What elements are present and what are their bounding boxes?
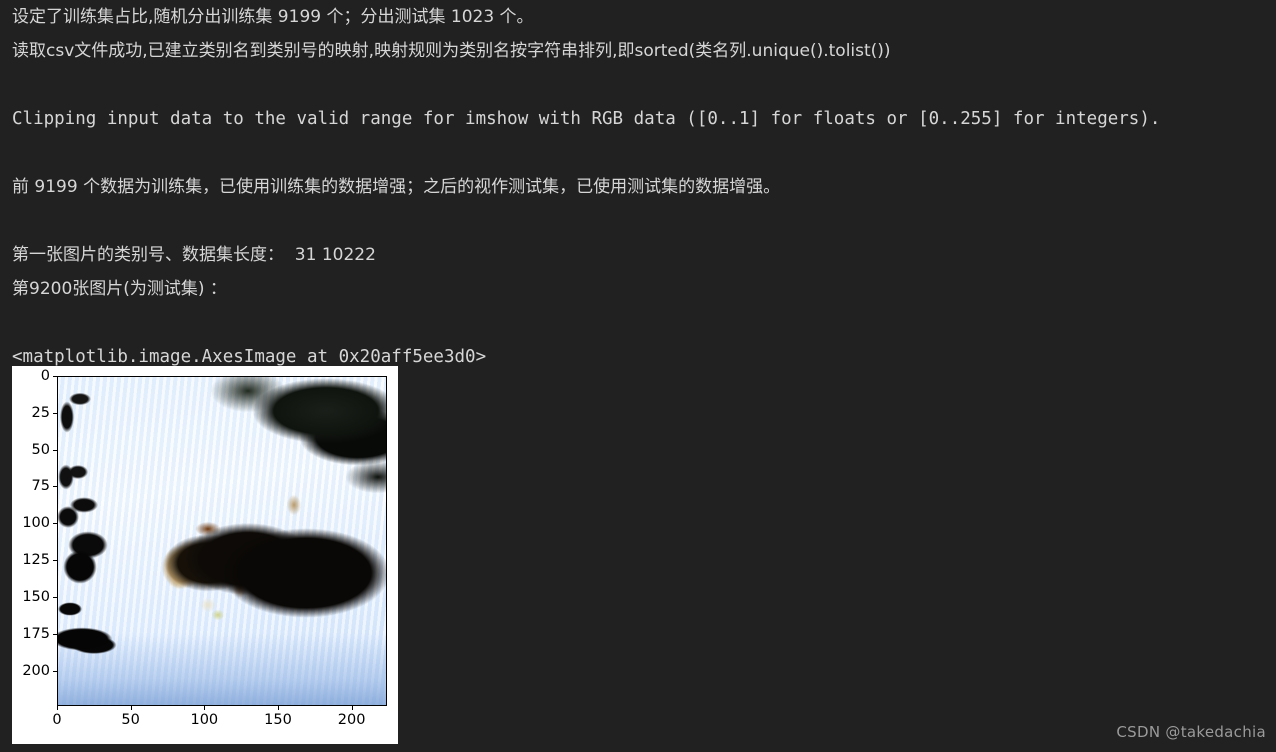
line-blank-2 <box>12 136 1276 170</box>
y-tick-mark <box>53 596 57 598</box>
y-tick-label: 25 <box>31 404 50 421</box>
y-tick-label: 175 <box>22 625 50 642</box>
axes-image-area <box>57 376 387 706</box>
x-tick-label: 100 <box>190 712 219 728</box>
x-tick-label: 150 <box>264 712 292 728</box>
y-tick-label: 0 <box>40 368 50 384</box>
matplotlib-figure: 0 25 50 75 100 125 150 175 200 0 50 100 150 200 <box>12 366 398 744</box>
y-tick-mark <box>53 486 57 488</box>
x-tick-mark <box>204 706 206 710</box>
y-tick-mark <box>53 560 57 562</box>
y-tick-mark <box>53 523 57 525</box>
console-text-block: 设定了训练集占比,随机分出训练集 9199 个；分出测试集 1023 个。读取c… <box>12 0 1276 374</box>
line-first-image-info: 第一张图片的类别号、数据集长度： 31 10222 <box>12 245 376 265</box>
x-tick-mark <box>57 706 58 710</box>
y-tick-label: 200 <box>22 662 50 679</box>
x-tick-mark <box>130 706 132 710</box>
line-blank-4 <box>12 306 1276 340</box>
csdn-watermark: CSDN @takedachia <box>1116 723 1266 741</box>
y-tick-label: 75 <box>31 478 50 495</box>
line-nth-image-info: 第9200张图片(为测试集) ： <box>12 279 227 299</box>
y-tick-mark <box>53 412 57 414</box>
y-tick-mark <box>53 449 57 451</box>
y-tick-label: 100 <box>22 515 50 532</box>
x-tick-label: 200 <box>337 712 366 728</box>
console-output-screenshot: 设定了训练集占比,随机分出训练集 9199 个；分出测试集 1023 个。读取c… <box>0 0 1276 752</box>
line-augmentation: 前 9199 个数据为训练集，已使用训练集的数据增强；之后的视作测试集，已使用测… <box>12 177 781 197</box>
x-tick-mark <box>351 706 353 710</box>
line-train-split: 设定了训练集占比,随机分出训练集 9199 个；分出测试集 1023 个。 <box>12 7 534 27</box>
y-axis-tick-group: 0 25 50 75 100 125 150 175 200 <box>12 368 50 706</box>
y-tick-label: 50 <box>31 441 50 458</box>
line-clipping-warning: Clipping input data to the valid range f… <box>12 109 1161 129</box>
y-tick-label: 125 <box>22 552 50 569</box>
y-tick-mark <box>53 670 57 672</box>
x-axis-tick-group: 0 50 100 150 200 <box>52 706 387 736</box>
imshow-raster <box>58 377 386 705</box>
x-tick-label: 50 <box>121 712 140 728</box>
x-tick-label: 0 <box>52 712 62 728</box>
line-blank-1 <box>12 68 1276 102</box>
dog-in-snow-photo <box>58 377 386 705</box>
line-csv-mapping: 读取csv文件成功,已建立类别名到类别号的映射,映射规则为类别名按字符串排列,即… <box>12 41 891 61</box>
line-blank-3 <box>12 204 1276 238</box>
x-tick-mark <box>277 706 279 710</box>
y-tick-mark <box>53 633 57 635</box>
y-tick-label: 150 <box>22 588 50 605</box>
y-tick-mark <box>53 376 57 377</box>
